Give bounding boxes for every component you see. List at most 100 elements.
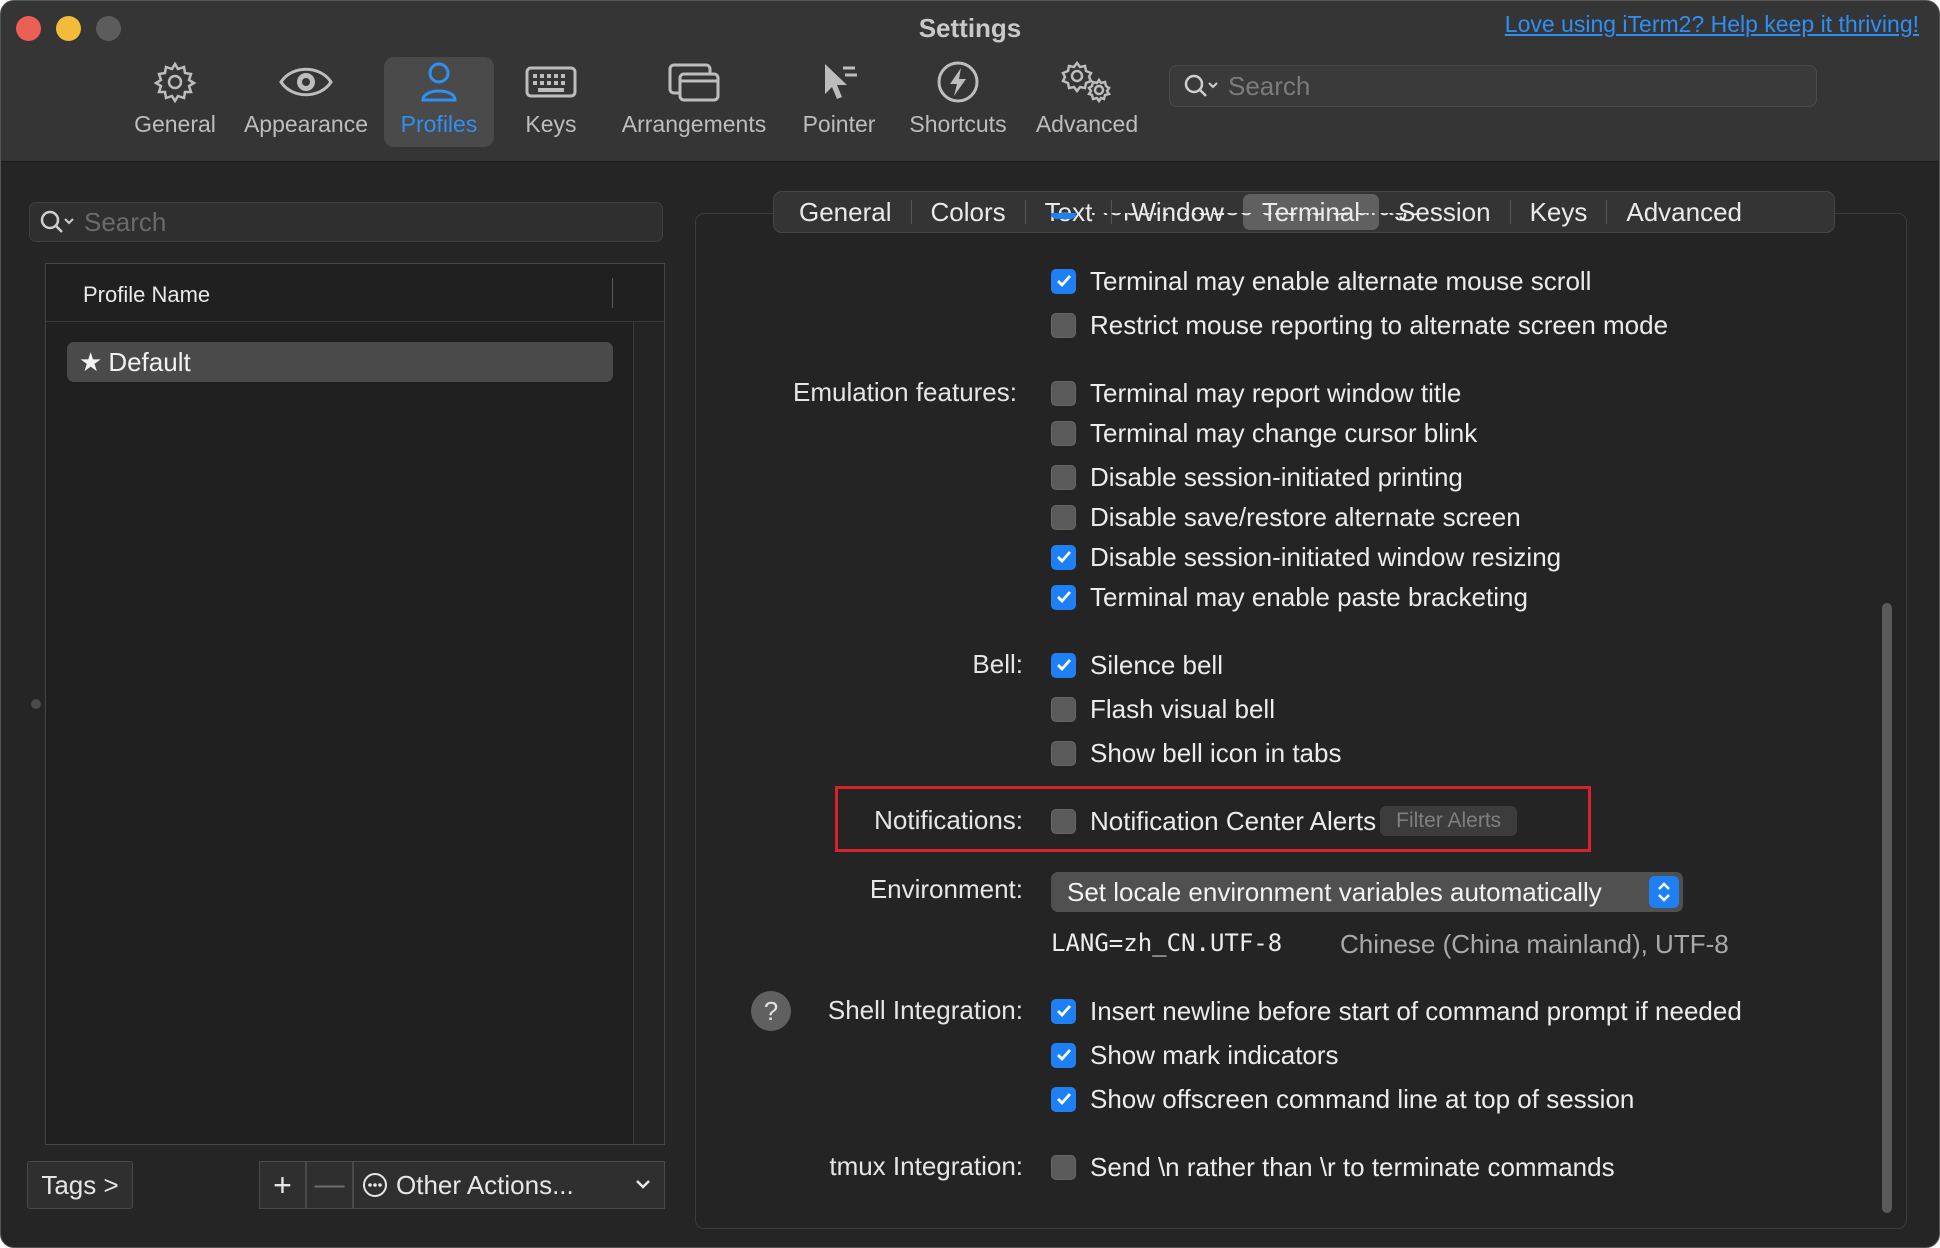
column-divider <box>612 278 613 308</box>
checkbox-label: Show bell icon in tabs <box>1090 737 1342 768</box>
donate-link[interactable]: Love using iTerm2? Help keep it thriving… <box>1505 11 1919 38</box>
checkbox-unchecked[interactable] <box>1051 808 1076 834</box>
checkbox-checked[interactable] <box>1051 1042 1076 1068</box>
checkbox-checked[interactable] <box>1051 584 1076 610</box>
chevron-down-icon <box>632 1171 654 1204</box>
keyboard-icon <box>525 57 577 107</box>
gears-icon <box>1059 57 1115 107</box>
tmux-integration-label: tmux Integration: <box>829 1151 1023 1181</box>
titlebar: Settings Love using iTerm2? Help keep it… <box>1 1 1939 162</box>
checkbox-row-silence-bell[interactable]: Silence bell <box>1051 648 1223 682</box>
profile-row-default[interactable]: ★ Default <box>67 342 613 382</box>
person-icon <box>419 57 459 107</box>
toolbar-profiles[interactable]: Profiles <box>384 57 494 147</box>
toolbar-shortcuts[interactable]: Shortcuts <box>901 57 1015 147</box>
environment-popup-button[interactable]: Set locale environment variables automat… <box>1051 872 1683 912</box>
profile-settings-panel <box>695 213 1907 1229</box>
emulation-features-label: Emulation features: <box>792 377 1017 407</box>
toolbar-appearance[interactable]: Appearance <box>241 57 371 147</box>
notifications-label: Notifications: <box>874 805 1023 835</box>
checkbox-row-bell-icon[interactable]: Show bell icon in tabs <box>1051 736 1341 770</box>
profile-table-scrollbar[interactable] <box>633 322 664 1144</box>
checkbox-checked[interactable] <box>1051 213 1076 219</box>
checkbox-checked[interactable] <box>1051 1086 1076 1112</box>
checkbox-unchecked[interactable] <box>1051 1154 1076 1180</box>
checkbox-label: Insert newline before start of command p… <box>1090 995 1742 1026</box>
checkbox-label: Disable session-initiated window resizin… <box>1090 541 1562 572</box>
checkbox-checked[interactable] <box>1051 652 1076 678</box>
checkbox-row-report-title[interactable]: Terminal may report window title <box>1051 376 1461 410</box>
checkbox-label: Terminal may enable alternate mouse scro… <box>1090 265 1592 296</box>
checkbox-unchecked[interactable] <box>1051 504 1076 530</box>
checkbox-row-clipped[interactable]: Report mouse clicks & drags <box>1051 213 1851 253</box>
toolbar-label: Profiles <box>400 111 478 137</box>
checkbox-unchecked[interactable] <box>1051 420 1076 446</box>
toolbar-label: Shortcuts <box>909 111 1007 137</box>
eye-icon <box>278 57 334 107</box>
checkbox-row-paste-bracketing[interactable]: Terminal may enable paste bracketing <box>1051 580 1528 614</box>
toolbar-general[interactable]: General <box>127 57 223 147</box>
settings-window: Settings Love using iTerm2? Help keep it… <box>0 0 1940 1248</box>
windows-icon <box>668 57 720 107</box>
other-actions-button[interactable]: Other Actions... <box>353 1161 665 1209</box>
search-icon <box>1182 72 1220 100</box>
star-icon: ★ <box>79 346 103 377</box>
checkbox-label: Terminal may enable paste bracketing <box>1090 581 1528 612</box>
checkbox-label: Terminal may change cursor blink <box>1090 417 1478 448</box>
bell-label: Bell: <box>972 649 1023 679</box>
checkbox-checked[interactable] <box>1051 544 1076 570</box>
toolbar-label: Advanced <box>1035 111 1139 137</box>
toolbar-label: Keys <box>525 111 577 137</box>
checkbox-row-insert-newline[interactable]: Insert newline before start of command p… <box>1051 994 1742 1028</box>
checkbox-unchecked[interactable] <box>1051 740 1076 766</box>
checkbox-row-cursor-blink[interactable]: Terminal may change cursor blink <box>1051 416 1477 450</box>
environment-label: Environment: <box>869 874 1023 904</box>
tags-button[interactable]: Tags > <box>27 1161 133 1209</box>
help-button[interactable]: ? <box>751 991 791 1031</box>
checkbox-checked[interactable] <box>1051 998 1076 1024</box>
gear-icon <box>153 57 197 107</box>
checkbox-unchecked[interactable] <box>1051 696 1076 722</box>
profile-table-header[interactable]: Profile Name <box>46 264 664 322</box>
tab-colors[interactable]: Colors <box>912 194 1025 230</box>
checkbox-unchecked[interactable] <box>1051 464 1076 490</box>
checkbox-row-flash-bell[interactable]: Flash visual bell <box>1051 692 1275 726</box>
profile-list-table: Profile Name ★ Default <box>45 263 665 1145</box>
scrollbar-thumb[interactable] <box>1882 603 1892 1213</box>
checkbox-row-alt-mouse-scroll[interactable]: Terminal may enable alternate mouse scro… <box>1051 264 1591 298</box>
profiles-search-field[interactable]: Search <box>29 202 663 242</box>
checkbox-unchecked[interactable] <box>1051 380 1076 406</box>
toolbar-arrangements[interactable]: Arrangements <box>615 57 773 147</box>
split-view-handle[interactable] <box>31 699 41 709</box>
checkbox-row-mark-indicators[interactable]: Show mark indicators <box>1051 1038 1339 1072</box>
lightning-icon <box>936 57 980 107</box>
checkbox-row-disable-printing[interactable]: Disable session-initiated printing <box>1051 460 1463 494</box>
checkbox-row-tmux-newline[interactable]: Send \n rather than \r to terminate comm… <box>1051 1150 1615 1184</box>
search-icon <box>38 208 76 236</box>
checkbox-label: Send \n rather than \r to terminate comm… <box>1090 1151 1615 1182</box>
settings-scrollbar[interactable] <box>1875 247 1899 1219</box>
toolbar-keys[interactable]: Keys <box>511 57 591 147</box>
filter-alerts-button[interactable]: Filter Alerts <box>1380 806 1518 836</box>
profile-name: Default <box>108 346 191 377</box>
checkbox-row-notification-center[interactable]: Notification Center Alerts Filter Alerts <box>1051 804 1518 838</box>
checkbox-row-disable-resizing[interactable]: Disable session-initiated window resizin… <box>1051 540 1561 574</box>
checkbox-row-offscreen-command[interactable]: Show offscreen command line at top of se… <box>1051 1082 1634 1116</box>
checkbox-label: Show offscreen command line at top of se… <box>1090 1083 1635 1114</box>
toolbar-label: Arrangements <box>621 111 767 137</box>
toolbar-label: General <box>134 111 216 137</box>
toolbar-advanced[interactable]: Advanced <box>1031 57 1143 147</box>
toolbar-pointer[interactable]: Pointer <box>797 57 881 147</box>
lang-value: LANG=zh_CN.UTF-8 <box>1051 929 1283 957</box>
checkbox-row-restrict-mouse[interactable]: Restrict mouse reporting to alternate sc… <box>1051 308 1668 342</box>
tab-general[interactable]: General <box>780 194 911 230</box>
checkbox-unchecked[interactable] <box>1051 312 1076 338</box>
environment-selected-value: Set locale environment variables automat… <box>1067 876 1602 907</box>
toolbar-label: Appearance <box>243 111 369 137</box>
add-profile-button[interactable]: + <box>259 1161 306 1209</box>
checkbox-row-disable-alt-screen[interactable]: Disable save/restore alternate screen <box>1051 500 1521 534</box>
settings-search-field[interactable]: Search <box>1169 65 1817 107</box>
checkbox-checked[interactable] <box>1051 268 1076 294</box>
column-header-profile-name: Profile Name <box>83 282 211 307</box>
remove-profile-button[interactable]: — <box>306 1161 353 1209</box>
